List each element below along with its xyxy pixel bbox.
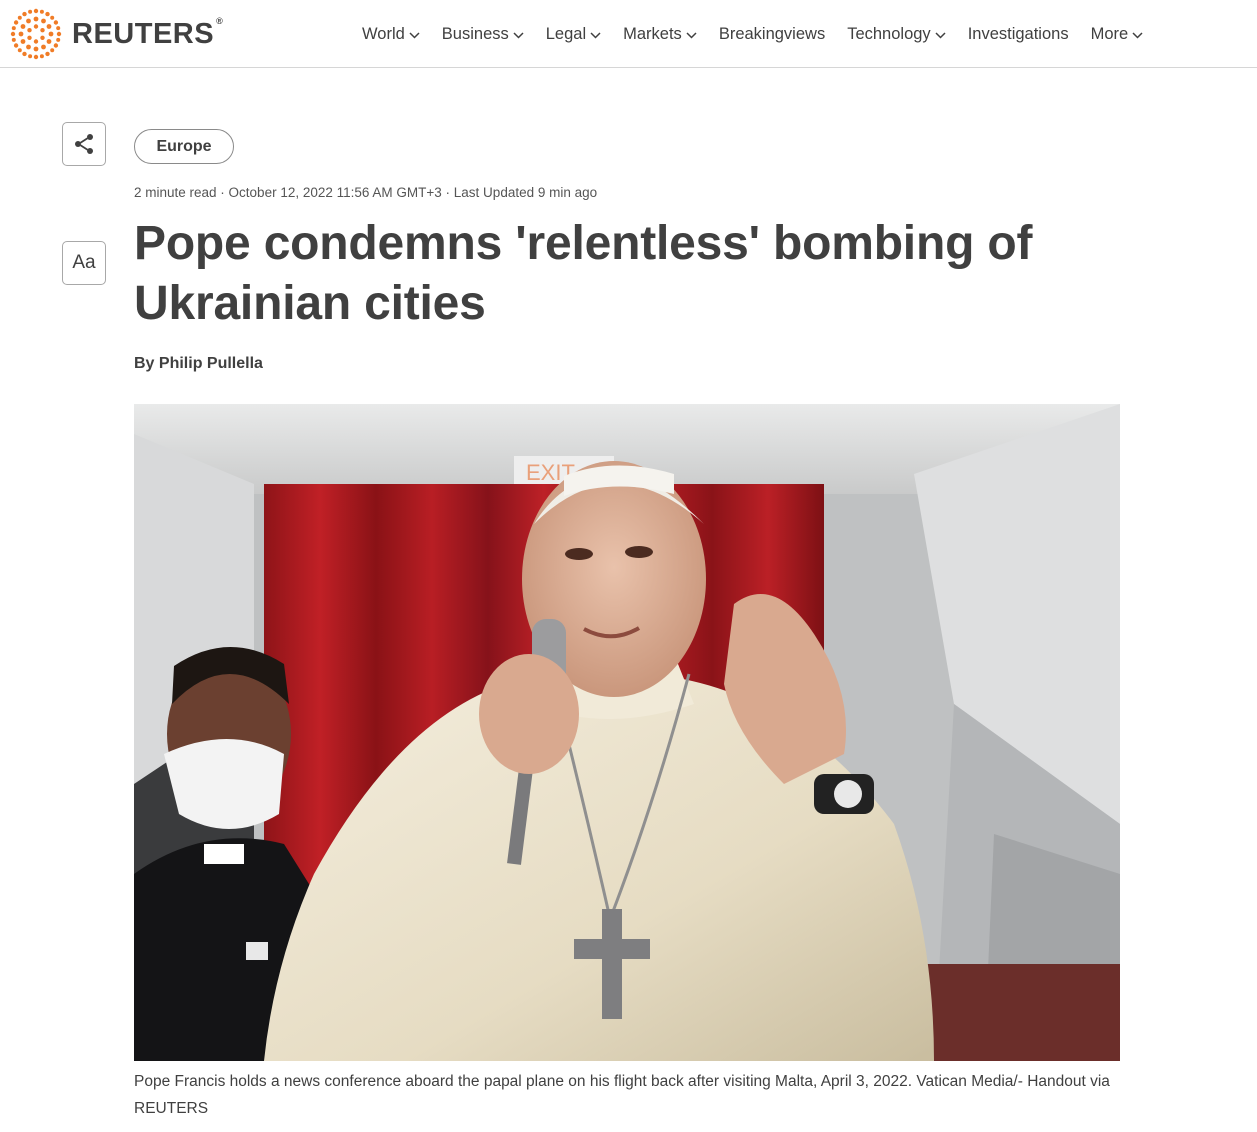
chevron-down-icon <box>513 31 524 39</box>
photo-caption: Pope Francis holds a news conference abo… <box>134 1073 1110 1117</box>
nav-item-investigations[interactable]: Investigations <box>968 25 1069 44</box>
reuters-logo-mark <box>10 8 62 60</box>
share-button[interactable] <box>62 122 106 166</box>
author-link[interactable]: Philip Pullella <box>159 355 263 372</box>
nav-item-legal[interactable]: Legal <box>546 25 601 44</box>
nav-item-markets[interactable]: Markets <box>623 25 697 44</box>
share-icon <box>75 134 93 154</box>
text-size-label: Aa <box>72 252 96 273</box>
chevron-down-icon <box>1132 31 1143 39</box>
photo-illustration: EXIT <box>134 404 1120 1061</box>
chevron-down-icon <box>935 31 946 39</box>
reuters-logo[interactable]: REUTERS ® <box>10 8 223 60</box>
article-headline: Pope condemns 'relentless' bombing of Uk… <box>134 217 1033 330</box>
nav-item-world[interactable]: World <box>362 25 420 44</box>
nav-item-technology[interactable]: Technology <box>847 25 946 44</box>
site-header: REUTERS ® World Business Legal Markets Br… <box>0 0 1257 68</box>
section-tag-europe[interactable]: Europe <box>134 129 234 164</box>
chevron-down-icon <box>686 31 697 39</box>
nav-item-business[interactable]: Business <box>442 25 524 44</box>
article-meta: 2 minute read · October 12, 2022 11:56 A… <box>134 185 598 200</box>
byline: By Philip Pullella <box>134 355 263 372</box>
logo-wordmark: REUTERS ® <box>72 15 224 50</box>
article-photo[interactable]: EXIT <box>134 404 1120 1061</box>
chevron-down-icon <box>590 31 601 39</box>
text-size-button[interactable]: Aa <box>62 241 106 285</box>
main-nav: World Business Legal Markets Breakingvie… <box>362 0 1165 68</box>
nav-item-more[interactable]: More <box>1091 25 1144 44</box>
chevron-down-icon <box>409 31 420 39</box>
nav-item-breakingviews[interactable]: Breakingviews <box>719 25 825 44</box>
